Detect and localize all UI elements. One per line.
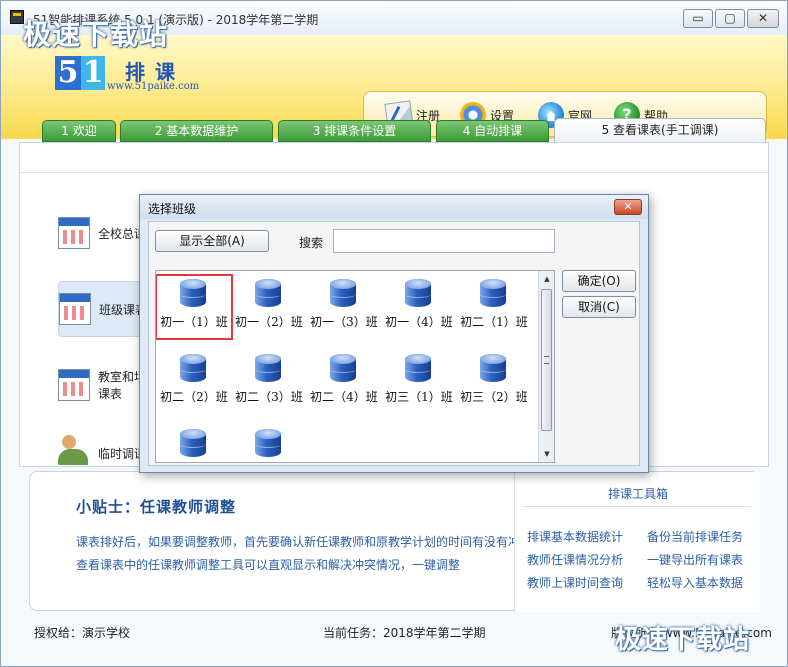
people-icon [58,433,90,465]
tab-basic-data[interactable]: 2 基本数据维护 [120,120,273,142]
dialog-close-button[interactable]: ✕ [614,199,642,215]
tab-auto-schedule[interactable]: 4 自动排课 [436,120,549,142]
class-item[interactable]: 初三（3）班 [156,425,232,462]
content-strip [20,143,768,173]
class-database-icon [330,354,356,382]
class-label: 初一（4）班 [385,315,453,329]
watermark-bottom: 极速下载站 [615,625,751,655]
minimize-button[interactable]: ▭ [683,9,713,28]
class-label: 初三（1）班 [385,390,453,404]
logo-digit-5: 5 [55,56,81,90]
tab-conditions[interactable]: 3 排课条件设置 [278,120,431,142]
app-icon [10,10,24,24]
class-database-icon [405,354,431,382]
select-class-dialog: 选择班级 ✕ 显示全部(A) 搜索 初一（1）班 初一（2）班 初一（3）班 初一（4… [139,194,649,473]
class-list-scrollbar[interactable]: ▲ ▼ [538,271,554,462]
class-item[interactable]: 初一（1）班 [156,274,233,340]
class-item[interactable]: 初一（3）班 [306,275,382,339]
class-item[interactable]: 初一（4）班 [381,275,457,339]
class-item[interactable]: 初二（2）班 [156,350,232,414]
class-label: 初二（2）班 [160,390,228,404]
class-label: 初一（2）班 [235,315,303,329]
link-backup-task[interactable]: 备份当前排课任务 [647,528,743,545]
class-database-icon [255,354,281,382]
link-teacher-analysis[interactable]: 教师任课情况分析 [527,551,623,568]
dialog-title: 选择班级 [148,202,197,216]
class-item[interactable]: 初三（4）班 [231,425,307,462]
search-input[interactable] [333,229,555,253]
cancel-button[interactable]: 取消(C) [562,296,636,318]
class-item[interactable]: 初一（2）班 [231,275,307,339]
class-label: 初一（3）班 [310,315,378,329]
search-label: 搜索 [299,236,324,250]
toolbox-panel: 排课工具箱 排课基本数据统计 备份当前排课任务 教师任课情况分析 一键导出所有课… [514,472,760,612]
scroll-thumb[interactable] [541,289,552,431]
class-item[interactable]: 初三（1）班 [381,350,457,414]
class-list: 初一（1）班 初一（2）班 初一（3）班 初一（4）班 初二（1）班初二（2）班 初二（3… [155,270,555,463]
main-tabs: 1 欢迎 2 基本数据维护 3 排课条件设置 4 自动排课 5 查看课表(手工调… [1,118,787,142]
class-label: 初二（4）班 [310,390,378,404]
app-window: 51智能排课系统 5.0.1 (演示版) - 2018学年第二学期 ▭ ▢ ✕ … [0,0,788,667]
link-export-all[interactable]: 一键导出所有课表 [647,551,743,568]
link-teacher-time-query[interactable]: 教师上课时间查询 [527,574,623,591]
dialog-body: 显示全部(A) 搜索 初一（1）班 初一（2）班 初一（3）班 初一（4）班 初二（1）… [148,221,640,466]
class-item[interactable]: 初二（3）班 [231,350,307,414]
class-database-icon [255,279,281,307]
class-label: 初二（3）班 [235,390,303,404]
scroll-down-icon[interactable]: ▼ [539,446,554,462]
class-database-icon [480,279,506,307]
watermark-top: 极速下载站 [23,18,169,51]
current-task-status: 当前任务：2018学年第二学期 [323,626,486,640]
toolbox-title: 排课工具箱 [607,487,668,501]
logo-digit-1: 1 [81,55,105,90]
calendar-icon [58,217,90,249]
tips-line-1: 课表排好后，如果要调整教师，首先要确认新任课教师和原教学计划的时间有没有冲突 [76,535,526,549]
class-database-icon [405,279,431,307]
scroll-up-icon[interactable]: ▲ [539,271,554,287]
link-data-stats[interactable]: 排课基本数据统计 [527,528,623,545]
show-all-button[interactable]: 显示全部(A) [155,230,269,252]
tab-welcome[interactable]: 1 欢迎 [42,120,116,142]
logo-url: www.51paike.com [107,81,200,92]
class-item[interactable]: 初二（4）班 [306,350,382,414]
tips-title: 小贴士：任课教师调整 [76,498,237,516]
class-item[interactable]: 初二（1）班 [456,275,532,339]
tab-view-timetable[interactable]: 5 查看课表(手工调课) [554,118,766,142]
class-item[interactable]: 初三（2）班 [456,350,532,414]
toolbox-divider [523,506,751,507]
class-database-icon [330,279,356,307]
link-import-data[interactable]: 轻松导入基本数据 [647,574,743,591]
license-status: 授权给：演示学校 [34,626,131,640]
class-label: 初一（1）班 [160,315,228,329]
class-database-icon [255,429,281,457]
class-database-icon [180,429,206,457]
dialog-title-bar: 选择班级 ✕ [140,195,648,219]
tips-line-2: 查看课表中的任课教师调整工具可以直观显示和解决冲突情况，一键调整 [76,558,461,572]
class-database-icon [180,279,206,307]
class-calendar-icon [59,293,91,325]
room-calendar-icon [58,369,90,401]
ok-button[interactable]: 确定(O) [562,270,636,292]
class-label: 初三（2）班 [460,390,528,404]
class-database-icon [480,354,506,382]
maximize-button[interactable]: ▢ [715,9,745,28]
class-database-icon [180,354,206,382]
close-button[interactable]: ✕ [747,9,779,28]
class-label: 初二（1）班 [460,315,528,329]
tips-panel: 小贴士：任课教师调整 课表排好后，如果要调整教师，首先要确认新任课教师和原教学计… [29,471,760,612]
